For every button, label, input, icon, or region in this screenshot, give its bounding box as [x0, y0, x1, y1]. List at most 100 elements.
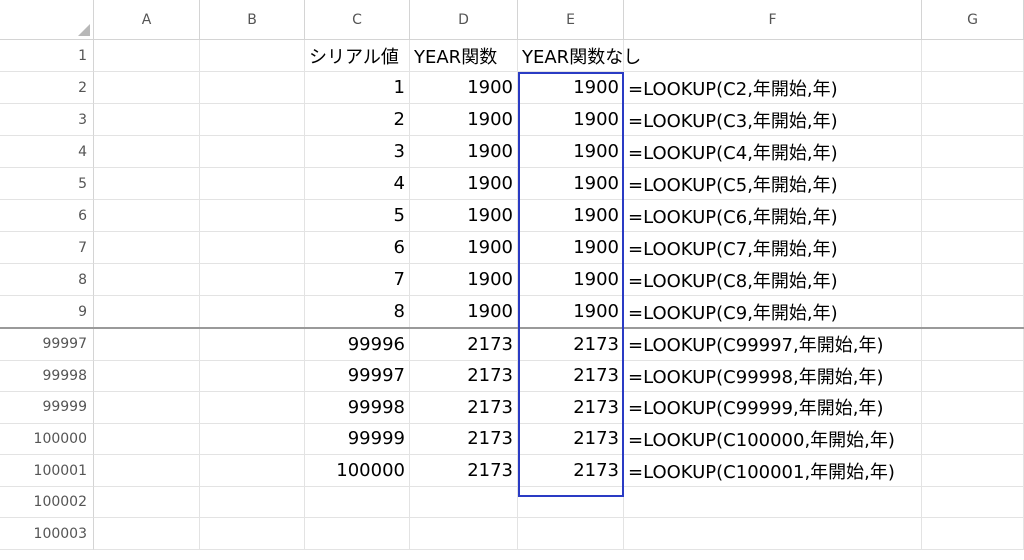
cell-a99998[interactable]: [94, 360, 200, 393]
cell-g6[interactable]: [922, 200, 1024, 232]
cell-d99998[interactable]: 2173: [410, 360, 518, 393]
cell-d6[interactable]: 1900: [410, 200, 518, 232]
cell-f8[interactable]: =LOOKUP(C8,年開始,年): [624, 264, 922, 296]
row-header-6[interactable]: 6: [0, 200, 94, 232]
cell-e7[interactable]: 1900: [518, 232, 624, 264]
cell-f5[interactable]: =LOOKUP(C5,年開始,年): [624, 168, 922, 200]
cell-b4[interactable]: [200, 136, 305, 168]
row-header-2[interactable]: 2: [0, 72, 94, 104]
column-header-a[interactable]: A: [94, 0, 200, 40]
row-header-3[interactable]: 3: [0, 104, 94, 136]
cell-a3[interactable]: [94, 104, 200, 136]
cell-a100002[interactable]: [94, 486, 200, 519]
cell-c4[interactable]: 3: [305, 136, 410, 168]
cell-a5[interactable]: [94, 168, 200, 200]
cell-f99997[interactable]: =LOOKUP(C99997,年開始,年): [624, 329, 922, 361]
cell-c6[interactable]: 5: [305, 200, 410, 232]
cell-c100001[interactable]: 100000: [305, 455, 410, 487]
cell-g3[interactable]: [922, 104, 1024, 136]
cell-b100002[interactable]: [200, 486, 305, 519]
cell-g99999[interactable]: [922, 392, 1024, 424]
cell-e9[interactable]: 1900: [518, 296, 624, 328]
cell-b9[interactable]: [200, 296, 305, 328]
row-header-4[interactable]: 4: [0, 136, 94, 168]
cell-a100000[interactable]: [94, 423, 200, 456]
cell-f99999[interactable]: =LOOKUP(C99999,年開始,年): [624, 392, 922, 424]
cell-d9[interactable]: 1900: [410, 296, 518, 328]
cell-b100000[interactable]: [200, 423, 305, 456]
cell-c100003[interactable]: [305, 518, 410, 550]
cell-c1[interactable]: シリアル値: [305, 40, 410, 72]
row-header-1[interactable]: 1: [0, 40, 94, 72]
cell-c2[interactable]: 1: [305, 72, 410, 104]
cell-f1[interactable]: [624, 40, 922, 72]
cell-b99999[interactable]: [200, 392, 305, 424]
cell-d4[interactable]: 1900: [410, 136, 518, 168]
cell-b99997[interactable]: [200, 329, 305, 361]
cell-d99999[interactable]: 2173: [410, 392, 518, 424]
cell-f9[interactable]: =LOOKUP(C9,年開始,年): [624, 296, 922, 328]
cell-d3[interactable]: 1900: [410, 104, 518, 136]
cell-f99998[interactable]: =LOOKUP(C99998,年開始,年): [624, 360, 922, 393]
cell-e2[interactable]: 1900: [518, 72, 624, 104]
cell-c8[interactable]: 7: [305, 264, 410, 296]
cell-d100001[interactable]: 2173: [410, 455, 518, 487]
cell-e100000[interactable]: 2173: [518, 423, 624, 456]
cell-g8[interactable]: [922, 264, 1024, 296]
cell-c99999[interactable]: 99998: [305, 392, 410, 424]
cell-a100001[interactable]: [94, 455, 200, 487]
cell-a99997[interactable]: [94, 329, 200, 361]
cell-f7[interactable]: =LOOKUP(C7,年開始,年): [624, 232, 922, 264]
column-header-g[interactable]: G: [922, 0, 1024, 40]
cell-a8[interactable]: [94, 264, 200, 296]
cell-b7[interactable]: [200, 232, 305, 264]
cell-b8[interactable]: [200, 264, 305, 296]
select-all-corner[interactable]: [0, 0, 94, 40]
cell-e3[interactable]: 1900: [518, 104, 624, 136]
cell-a99999[interactable]: [94, 392, 200, 424]
cell-c5[interactable]: 4: [305, 168, 410, 200]
cell-d2[interactable]: 1900: [410, 72, 518, 104]
cell-g100002[interactable]: [922, 486, 1024, 519]
cell-g99997[interactable]: [922, 329, 1024, 361]
cell-c9[interactable]: 8: [305, 296, 410, 328]
cell-e6[interactable]: 1900: [518, 200, 624, 232]
cell-g7[interactable]: [922, 232, 1024, 264]
cell-d1[interactable]: YEAR関数: [410, 40, 518, 72]
cell-e4[interactable]: 1900: [518, 136, 624, 168]
cell-b3[interactable]: [200, 104, 305, 136]
column-header-b[interactable]: B: [200, 0, 305, 40]
row-header-100002[interactable]: 100002: [0, 486, 94, 519]
column-header-d[interactable]: D: [410, 0, 518, 40]
cell-a4[interactable]: [94, 136, 200, 168]
cell-e8[interactable]: 1900: [518, 264, 624, 296]
column-header-f[interactable]: F: [624, 0, 922, 40]
cell-d7[interactable]: 1900: [410, 232, 518, 264]
cell-f100003[interactable]: [624, 518, 922, 550]
cell-c99997[interactable]: 99996: [305, 329, 410, 361]
cell-c7[interactable]: 6: [305, 232, 410, 264]
cell-b99998[interactable]: [200, 360, 305, 393]
cell-g5[interactable]: [922, 168, 1024, 200]
cell-f6[interactable]: =LOOKUP(C6,年開始,年): [624, 200, 922, 232]
cell-a100003[interactable]: [94, 518, 200, 550]
cell-d100000[interactable]: 2173: [410, 423, 518, 456]
cell-a9[interactable]: [94, 296, 200, 328]
cell-e99998[interactable]: 2173: [518, 360, 624, 393]
cell-b2[interactable]: [200, 72, 305, 104]
row-header-9[interactable]: 9: [0, 296, 94, 328]
cell-e1[interactable]: YEAR関数なし: [518, 40, 641, 72]
cell-b6[interactable]: [200, 200, 305, 232]
cell-e100002[interactable]: [518, 486, 624, 519]
cell-g99998[interactable]: [922, 360, 1024, 393]
row-header-8[interactable]: 8: [0, 264, 94, 296]
cell-d5[interactable]: 1900: [410, 168, 518, 200]
cell-f2[interactable]: =LOOKUP(C2,年開始,年): [624, 72, 922, 104]
cell-g4[interactable]: [922, 136, 1024, 168]
cell-g9[interactable]: [922, 296, 1024, 328]
cell-g100003[interactable]: [922, 518, 1024, 550]
cell-d8[interactable]: 1900: [410, 264, 518, 296]
cell-e99997[interactable]: 2173: [518, 329, 624, 361]
cell-g100001[interactable]: [922, 455, 1024, 487]
row-header-100003[interactable]: 100003: [0, 518, 94, 550]
